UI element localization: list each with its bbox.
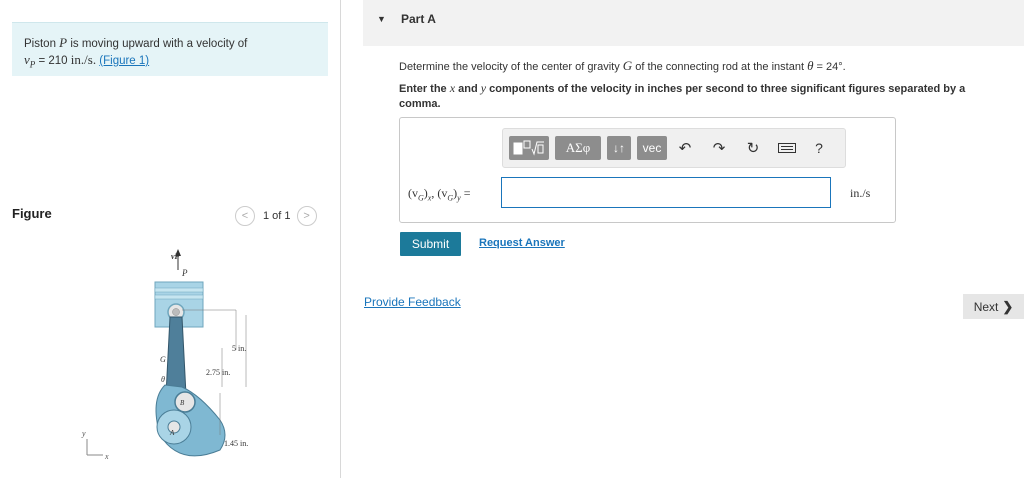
redo-icon[interactable]: ↷ [709,139,729,157]
templates-button[interactable] [509,136,549,160]
crank-pin-b [174,391,196,413]
left-panel: Piston P is moving upward with a velocit… [0,0,340,478]
connecting-rod [165,316,187,396]
piston-ring-1 [154,287,204,293]
label-vp: vP [171,252,180,261]
figure-label: Figure [12,206,52,221]
prev-figure-button[interactable]: < [235,206,255,226]
part-header[interactable]: ▼ Part A [363,0,1024,46]
vec-button[interactable]: vec [637,136,667,160]
right-panel: ▼ Part A Determine the velocity of the c… [341,0,1024,478]
chevron-left-icon: < [241,210,249,222]
answer-input[interactable] [501,177,831,208]
problem-statement: Piston P is moving upward with a velocit… [24,35,248,70]
reset-icon[interactable]: ↻ [743,139,763,157]
submit-button[interactable]: Submit [400,232,461,256]
label-p: P [181,268,188,278]
label-dim-145: 1.45 in. [224,439,248,448]
keyboard-icon[interactable] [777,139,797,157]
provide-feedback-link[interactable]: Provide Feedback [364,295,461,309]
label-a: A [169,429,175,437]
answer-label: (vG)x, (vG)y = [408,186,471,203]
figure-pager: < 1 of 1 > [235,206,317,226]
piston-pin-center [172,308,180,316]
greek-button[interactable]: ΑΣφ [555,136,601,160]
problem-statement-box: Piston P is moving upward with a velocit… [12,22,328,76]
piston-figure: vP P B A G θ 5 in. 2.75 in. 1.45 in. y x [81,249,248,461]
instruction-text: Enter the x and y components of the velo… [399,81,966,110]
label-theta: θ [161,375,165,384]
figure-link[interactable]: (Figure 1) [99,55,149,67]
label-dim-5: 5 in. [232,344,246,353]
next-figure-button[interactable]: > [296,206,317,226]
question-text: Determine the velocity of the center of … [399,58,846,73]
chevron-right-icon: ❯ [1002,298,1014,314]
help-icon[interactable]: ? [809,139,829,157]
request-answer-link[interactable]: Request Answer [479,237,565,249]
next-button[interactable]: Next ❯ [963,294,1024,319]
answer-box: ΑΣφ ↓↑ vec ↶ ↷ ↻ ? (vG)x, (vG)y = in./s [399,117,896,223]
math-toolbar: ΑΣφ ↓↑ vec ↶ ↷ ↻ ? [502,128,846,168]
figure-count: 1 of 1 [263,210,291,222]
piston-ring-2 [154,294,204,300]
label-b: B [180,399,185,407]
undo-icon[interactable]: ↶ [675,139,695,157]
part-title: Part A [401,12,436,26]
answer-unit: in./s [850,186,871,200]
subscript-button[interactable]: ↓↑ [607,136,631,160]
chevron-right-icon: > [303,210,310,222]
label-dim-275: 2.75 in. [206,368,230,377]
caret-down-icon[interactable]: ▼ [377,14,386,24]
template-icon [513,140,544,156]
label-g: G [160,355,166,364]
axis-y-label: y [81,429,86,438]
axis-x-label: x [104,452,109,461]
